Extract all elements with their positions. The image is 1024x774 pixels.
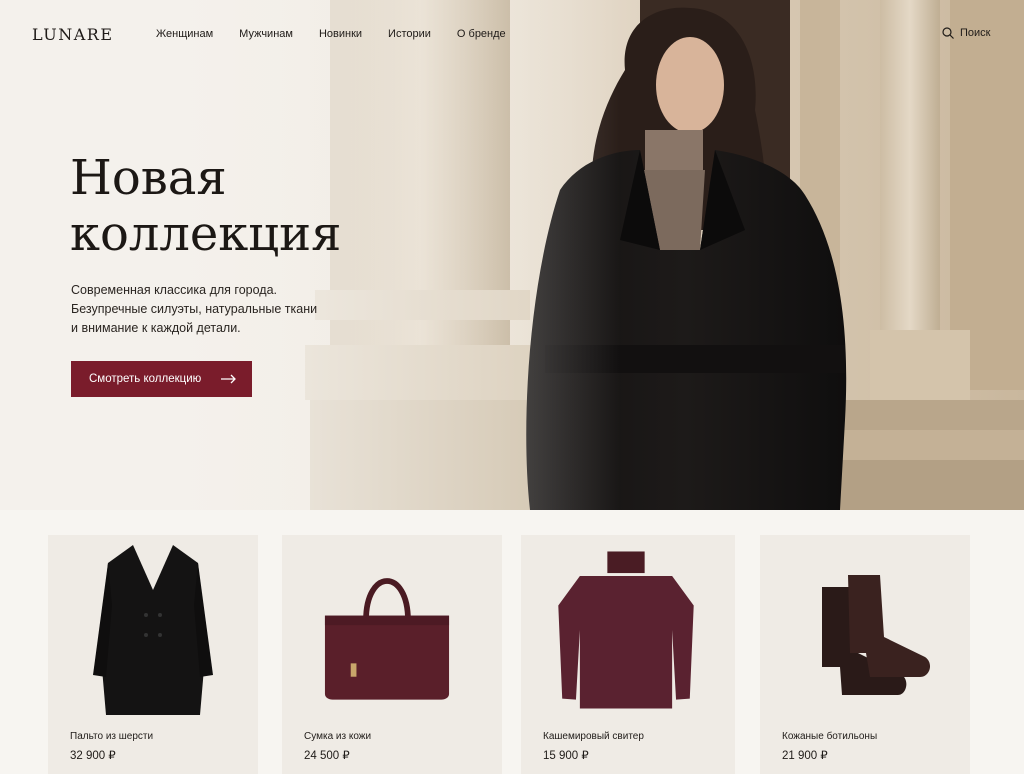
brand-logo[interactable]: LUNARE xyxy=(32,25,114,44)
hero-subtitle: Современная классика для города. Безупре… xyxy=(71,281,331,338)
product-price: 24 500 ₽ xyxy=(304,750,350,762)
product-grid: Пальто из шерсти 32 900 ₽ Сумка из кожи … xyxy=(0,510,1024,774)
hero-subtitle-line: Современная классика для города. xyxy=(71,283,277,297)
search-icon xyxy=(942,27,954,39)
nav-item-stories[interactable]: Истории xyxy=(388,28,431,40)
arrow-right-icon xyxy=(221,374,237,384)
product-card-sweater[interactable]: Кашемировый свитер 15 900 ₽ xyxy=(521,535,735,774)
product-card-boots[interactable]: Кожаные ботильоны 21 900 ₽ xyxy=(760,535,970,774)
hero-subtitle-line: и внимание к каждой детали. xyxy=(71,321,241,335)
view-collection-button[interactable]: Смотреть коллекцию xyxy=(71,361,252,397)
product-name: Кожаные ботильоны xyxy=(782,731,878,742)
nav-item-women[interactable]: Женщинам xyxy=(156,28,213,40)
product-name: Кашемировый свитер xyxy=(543,731,644,742)
sweater-image xyxy=(558,551,694,709)
hero-subtitle-line: Безупречные силуэты, натуральные ткани xyxy=(71,302,318,316)
product-card-bag[interactable]: Сумка из кожи 24 500 ₽ xyxy=(282,535,502,774)
hero-title-line: коллекция xyxy=(70,206,342,262)
search-label: Поиск xyxy=(960,27,991,39)
product-price: 32 900 ₽ xyxy=(70,750,116,762)
hero-banner: Новая коллекция Современная классика для… xyxy=(0,0,1024,510)
nav-item-men[interactable]: Мужчинам xyxy=(239,28,293,40)
product-price: 21 900 ₽ xyxy=(782,750,828,762)
bag-image xyxy=(324,578,450,700)
product-price: 15 900 ₽ xyxy=(543,750,589,762)
product-card-coat[interactable]: Пальто из шерсти 32 900 ₽ xyxy=(48,535,258,774)
main-nav: Женщинам Мужчинам Новинки Истории О брен… xyxy=(156,28,532,40)
site-header: LUNARE Женщинам Мужчинам Новинки Истории… xyxy=(0,0,1024,70)
hero-title-line: Новая xyxy=(70,150,227,206)
product-name: Пальто из шерсти xyxy=(70,731,154,742)
search-button[interactable]: Поиск xyxy=(942,27,990,39)
hero-title: Новая коллекция xyxy=(70,150,430,262)
view-collection-label: Смотреть коллекцию xyxy=(89,373,202,385)
product-name: Сумка из кожи xyxy=(304,731,372,742)
nav-item-new[interactable]: Новинки xyxy=(319,28,362,40)
nav-item-about[interactable]: О бренде xyxy=(457,28,506,40)
boots-image xyxy=(822,575,931,695)
coat-image xyxy=(93,545,213,715)
